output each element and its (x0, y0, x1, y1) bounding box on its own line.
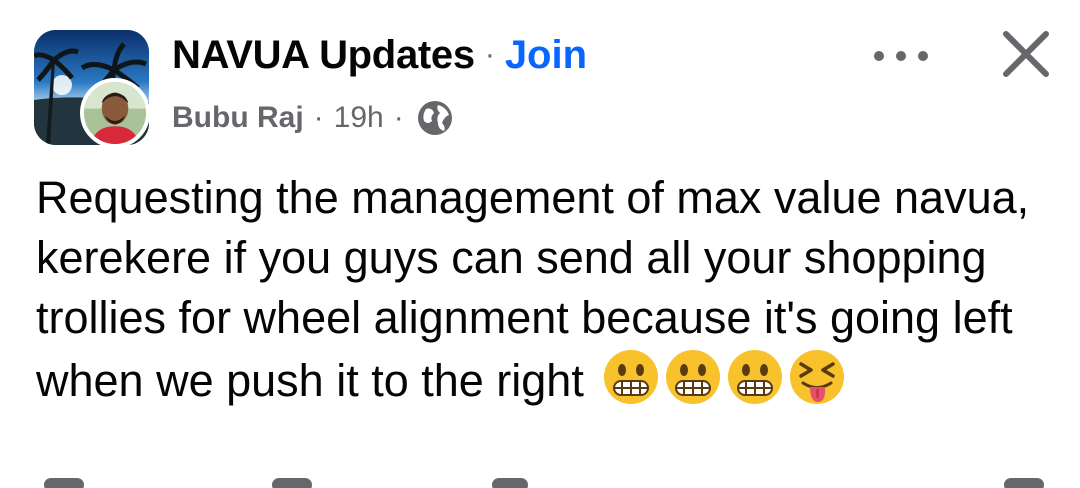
post-timestamp[interactable]: 19h (334, 101, 384, 135)
dot (918, 51, 928, 61)
post-text: Requesting the management of max value n… (36, 172, 1030, 406)
comment-icon[interactable] (272, 478, 312, 488)
post-title-row: NAVUA Updates · Join (172, 30, 587, 80)
more-options-icon[interactable] (868, 36, 934, 76)
send-icon[interactable] (492, 478, 528, 488)
meta-separator: · (393, 101, 404, 134)
dot (874, 51, 884, 61)
author-name-link[interactable]: Bubu Raj (172, 101, 304, 135)
squinting-tongue-face-icon (788, 348, 846, 406)
globe-icon[interactable] (416, 99, 454, 137)
grimacing-face-icon (726, 348, 784, 406)
post-body: Requesting the management of max value n… (36, 168, 1056, 411)
close-icon[interactable] (996, 24, 1056, 84)
post-meta-row: Bubu Raj · 19h · (172, 96, 454, 140)
dot (896, 51, 906, 61)
like-icon[interactable] (44, 478, 84, 488)
title-separator: · (484, 38, 495, 71)
group-name-link[interactable]: NAVUA Updates (172, 33, 475, 78)
meta-separator: · (313, 101, 324, 134)
grimacing-face-icon (602, 348, 660, 406)
grimacing-face-icon (664, 348, 722, 406)
join-button[interactable]: Join (505, 33, 587, 78)
emoji-group (602, 348, 846, 406)
feed-post: NAVUA Updates · Join Bubu Raj · 19h · Re… (0, 0, 1080, 488)
author-avatar-image (84, 82, 146, 144)
author-avatar[interactable] (80, 78, 150, 148)
action-bar-peek (0, 478, 1080, 488)
share-icon[interactable] (1004, 478, 1044, 488)
